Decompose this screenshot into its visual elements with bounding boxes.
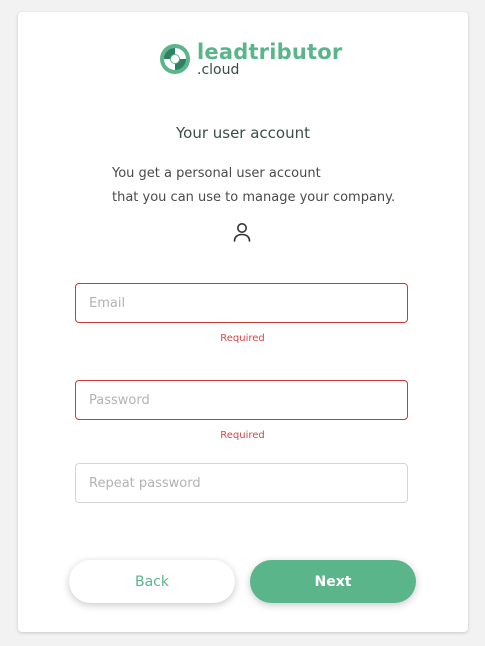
password-field[interactable] — [75, 380, 408, 420]
page-title: Your user account — [175, 124, 311, 142]
intro-text: You get a personal user account that you… — [112, 162, 432, 210]
leadtributor-logo-icon — [160, 44, 190, 74]
next-button[interactable]: Next — [250, 560, 416, 603]
email-field[interactable] — [75, 283, 408, 323]
user-icon — [233, 223, 251, 242]
back-button[interactable]: Back — [69, 560, 235, 603]
repeat-password-field[interactable] — [75, 463, 408, 503]
intro-line-2: that you can use to manage your company. — [112, 190, 396, 205]
intro-line-1: You get a personal user account — [112, 166, 321, 181]
brand-logo: leadtributor .cloud — [159, 40, 343, 81]
password-error: Required — [220, 430, 265, 441]
brand-tld: .cloud — [197, 62, 240, 78]
brand-name: leadtributor — [197, 40, 343, 64]
email-error: Required — [220, 333, 265, 344]
signup-card: leadtributor .cloud Your user account Yo… — [18, 12, 468, 632]
